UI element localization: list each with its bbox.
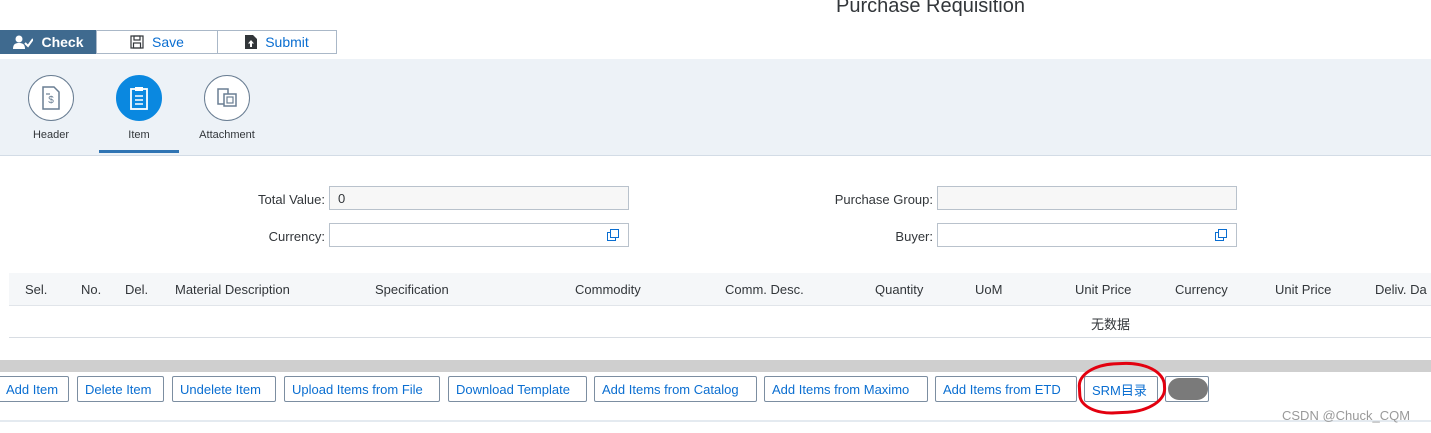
column-header[interactable]: No.: [81, 282, 101, 297]
submit-button[interactable]: Submit: [217, 30, 337, 54]
value-help-icon[interactable]: [1215, 229, 1227, 244]
total-value-label: Total Value:: [258, 192, 325, 207]
tab-header-label: Header: [32, 129, 70, 141]
bottom-divider: [0, 420, 1431, 422]
column-header[interactable]: Unit Price: [1075, 282, 1131, 297]
value-help-icon[interactable]: [607, 229, 619, 244]
column-header[interactable]: Commodity: [575, 282, 641, 297]
column-header[interactable]: Sel.: [25, 282, 47, 297]
column-header[interactable]: Unit Price: [1275, 282, 1331, 297]
save-button[interactable]: Save: [96, 30, 218, 54]
watermark: CSDN @Chuck_CQM: [1282, 408, 1411, 423]
currency-field[interactable]: [329, 223, 629, 247]
column-header[interactable]: Specification: [375, 282, 449, 297]
tab-item[interactable]: Item: [99, 75, 179, 141]
submit-label: Submit: [265, 34, 309, 50]
floppy-disk-icon: [130, 35, 144, 49]
active-tab-indicator: [99, 150, 179, 153]
svg-text:$: $: [48, 95, 54, 106]
no-data-text: 无数据: [1091, 317, 1131, 332]
download-template-button[interactable]: Download Template: [448, 376, 587, 402]
column-header[interactable]: UoM: [975, 282, 1002, 297]
annotation-circle: [1076, 359, 1168, 417]
currency-label: Currency:: [268, 229, 325, 244]
table-bottom-border: [9, 337, 1431, 338]
items-table-header: Sel. No. Del. Material Description Speci…: [9, 273, 1431, 306]
column-header[interactable]: Del.: [125, 282, 148, 297]
column-header[interactable]: Material Description: [175, 282, 290, 297]
tab-attachment[interactable]: Attachment: [187, 75, 267, 141]
page-title: Purchase Requisition: [836, 0, 1025, 17]
upload-items-from-file-button[interactable]: Upload Items from File: [284, 376, 440, 402]
column-header[interactable]: Comm. Desc.: [725, 282, 804, 297]
column-header[interactable]: Currency: [1175, 282, 1228, 297]
toolbar: Check Save Submit: [0, 30, 337, 56]
purchase-group-field: [937, 186, 1237, 210]
tab-item-label: Item: [128, 129, 150, 141]
user-check-icon: [13, 35, 34, 49]
add-items-from-etd-button[interactable]: Add Items from ETD: [935, 376, 1077, 402]
tab-header[interactable]: $ Header: [11, 75, 91, 141]
buyer-field[interactable]: [937, 223, 1237, 247]
document-dollar-icon: $: [28, 75, 74, 121]
save-label: Save: [152, 34, 184, 50]
delete-item-button[interactable]: Delete Item: [77, 376, 164, 402]
section-divider: [0, 360, 1431, 372]
check-label: Check: [41, 34, 84, 50]
tab-attachment-label: Attachment: [199, 129, 255, 141]
attachment-copy-icon: [204, 75, 250, 121]
purchase-group-label: Purchase Group:: [834, 192, 933, 207]
check-button[interactable]: Check: [0, 30, 97, 54]
add-item-button[interactable]: Add Item: [0, 376, 69, 402]
icon-tab-bar: $ Header Item Attachment: [0, 59, 1431, 156]
undelete-item-button[interactable]: Undelete Item: [172, 376, 276, 402]
buyer-label: Buyer:: [895, 229, 933, 244]
upload-document-icon: [245, 35, 258, 49]
clipboard-icon: [116, 75, 162, 121]
redaction-mark: [1168, 378, 1208, 400]
add-items-from-catalog-button[interactable]: Add Items from Catalog: [594, 376, 757, 402]
total-value-field: 0: [329, 186, 629, 210]
column-header[interactable]: Quantity: [875, 282, 923, 297]
add-items-from-maximo-button[interactable]: Add Items from Maximo: [764, 376, 928, 402]
column-header[interactable]: Deliv. Da: [1375, 282, 1427, 297]
